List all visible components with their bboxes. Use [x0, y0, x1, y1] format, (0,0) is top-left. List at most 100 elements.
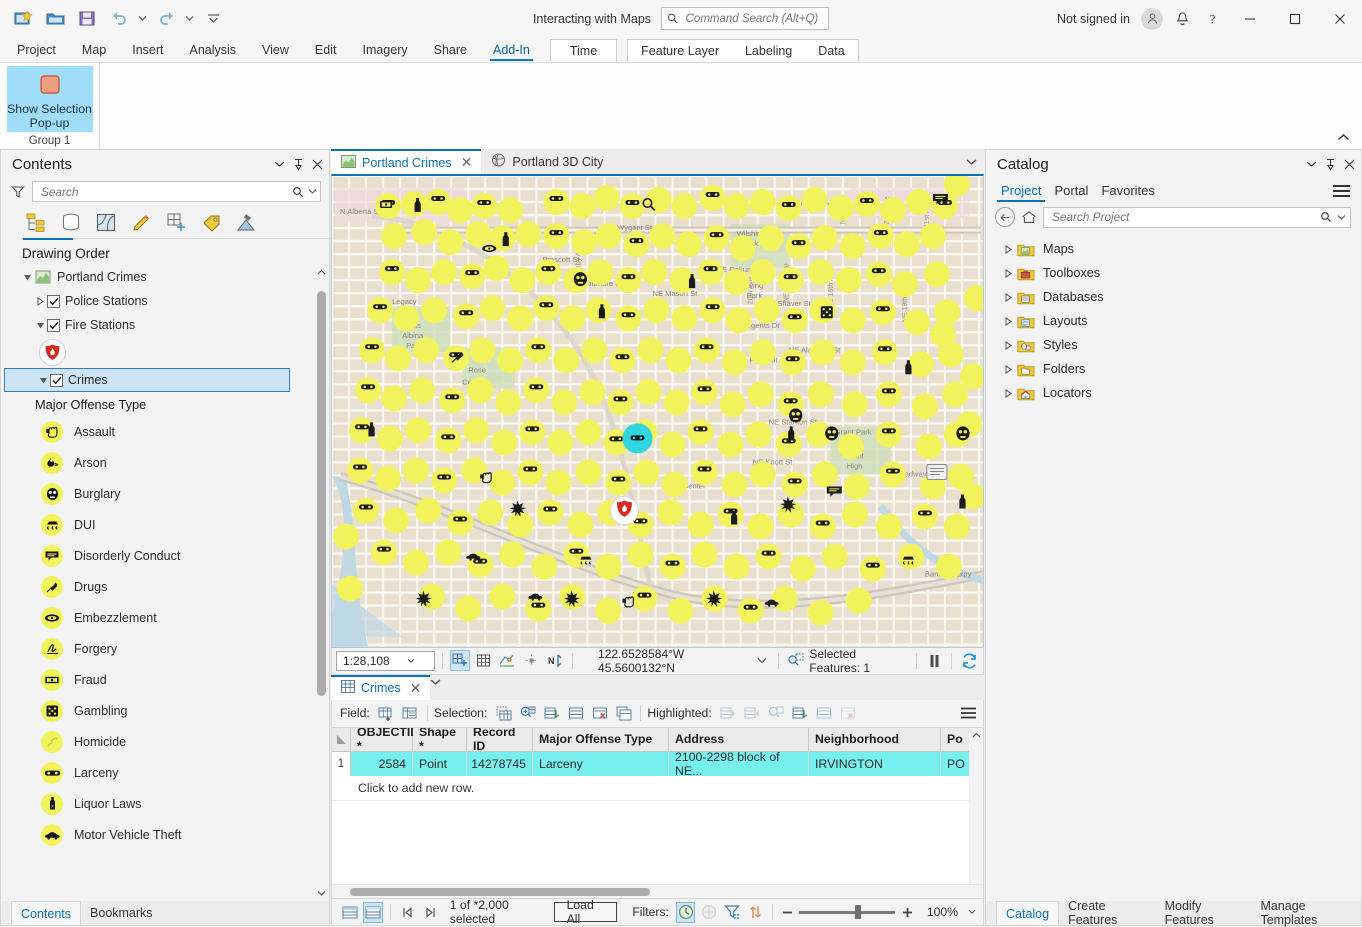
- column-header-major-offense-type[interactable]: Major Offense Type: [533, 728, 669, 751]
- expand-collapse-triangle-icon[interactable]: [20, 273, 34, 282]
- close-icon[interactable]: ✕: [410, 680, 422, 697]
- ribbon-tab-labeling[interactable]: Labeling: [732, 40, 805, 62]
- customize-qat-icon[interactable]: [198, 6, 228, 32]
- zoom-percent-chevron-down-icon[interactable]: [965, 909, 979, 915]
- toc-layer-police-stations[interactable]: Police Stations: [1, 289, 311, 313]
- expand-collapse-triangle-icon[interactable]: [1000, 293, 1016, 302]
- grid-vertical-scrollbar[interactable]: [969, 728, 983, 884]
- notifications-bell-icon[interactable]: [1167, 4, 1197, 34]
- ribbon-tab-analysis[interactable]: Analysis: [177, 38, 250, 62]
- scroll-up-icon[interactable]: [969, 728, 983, 743]
- delete-highlight-icon[interactable]: [838, 703, 859, 724]
- first-record-icon[interactable]: [397, 902, 416, 923]
- minimize-button[interactable]: [1227, 0, 1272, 37]
- zoom-out-icon[interactable]: [780, 907, 796, 918]
- view-tab-overflow-chevron-down-icon[interactable]: [958, 149, 984, 174]
- cell-po[interactable]: PO: [941, 752, 971, 776]
- cell-major-offense-type[interactable]: Larceny: [533, 752, 669, 776]
- legend-item-dui[interactable]: DUI: [1, 509, 311, 540]
- search-icon[interactable]: [1317, 211, 1335, 223]
- search-options-chevron-down-icon[interactable]: [306, 188, 318, 195]
- cell-shape[interactable]: Point: [413, 752, 467, 776]
- catalog-item-maps[interactable]: Maps: [986, 237, 1361, 261]
- expand-collapse-triangle-icon[interactable]: [1000, 365, 1016, 374]
- catalog-tab-portal[interactable]: Portal: [1050, 180, 1092, 202]
- list-view-icon[interactable]: [363, 902, 382, 923]
- contents-scrollbar-thumb[interactable]: [317, 291, 326, 696]
- range-filter-icon[interactable]: [699, 902, 718, 923]
- copy-selection-icon[interactable]: [613, 703, 634, 724]
- contents-scrollbar[interactable]: [314, 265, 329, 901]
- legend-item-fraud[interactable]: Fraud: [1, 664, 311, 695]
- delete-selection-icon[interactable]: [589, 703, 610, 724]
- catalog-item-databases[interactable]: Databases: [986, 285, 1361, 309]
- legend-item-gambling[interactable]: Gambling: [1, 695, 311, 726]
- time-filter-icon[interactable]: [676, 902, 695, 923]
- catalog-search-box[interactable]: [1043, 207, 1351, 228]
- column-header-po[interactable]: Po: [941, 728, 971, 751]
- ribbon-tab-edit[interactable]: Edit: [302, 38, 350, 62]
- command-search-input[interactable]: [684, 12, 823, 26]
- contents-pane-pin-icon[interactable]: [289, 153, 308, 175]
- list-by-diagram-icon[interactable]: [233, 209, 259, 235]
- expand-collapse-triangle-icon[interactable]: [33, 297, 47, 306]
- legend-item-burglary[interactable]: Burglary: [1, 478, 311, 509]
- map-canvas[interactable]: N Alberta St NE Sumner St NE Going St Pr…: [331, 174, 984, 648]
- north-arrow-icon[interactable]: N: [545, 650, 565, 671]
- ribbon-tab-data[interactable]: Data: [805, 40, 857, 62]
- clear-selection-icon[interactable]: [565, 703, 586, 724]
- layer-visibility-checkbox[interactable]: [47, 319, 60, 332]
- ribbon-tab-imagery[interactable]: Imagery: [349, 38, 420, 62]
- coordinate-format-chevron-down-icon[interactable]: [752, 657, 770, 664]
- zoom-slider[interactable]: [799, 905, 895, 919]
- back-arrow-icon[interactable]: [995, 207, 1015, 227]
- legend-item-embezzlement[interactable]: Embezzlement: [1, 602, 311, 633]
- filter-funnel-icon[interactable]: [10, 185, 26, 199]
- chevron-down-icon[interactable]: [390, 658, 432, 664]
- expand-collapse-triangle-icon[interactable]: [1000, 245, 1016, 254]
- account-button[interactable]: [1137, 4, 1167, 34]
- zoom-slider-thumb[interactable]: [855, 905, 861, 919]
- catalog-pane-close-icon[interactable]: [1340, 153, 1359, 175]
- collapse-ribbon-icon[interactable]: [1330, 127, 1356, 147]
- ribbon-tab-time[interactable]: Time: [550, 39, 617, 62]
- hamburger-menu-icon[interactable]: [1327, 180, 1355, 202]
- zoom-to-selection-icon[interactable]: [517, 703, 538, 724]
- new-project-icon[interactable]: [8, 6, 38, 32]
- pane-tab-contents[interactable]: Contents: [11, 901, 81, 925]
- list-by-data-source-icon[interactable]: [58, 209, 84, 235]
- catalog-item-locators[interactable]: Locators: [986, 381, 1361, 405]
- legend-item-arson[interactable]: Arson: [1, 447, 311, 478]
- pane-tab-modify-features[interactable]: Modify Features: [1156, 901, 1252, 925]
- scroll-up-icon[interactable]: [314, 265, 329, 280]
- add-new-row[interactable]: Click to add new row.: [332, 776, 983, 801]
- calculate-field-icon[interactable]: [400, 703, 421, 724]
- view-tab-portland-crimes[interactable]: Portland Crimes ✕: [331, 149, 481, 174]
- open-project-icon[interactable]: [40, 6, 70, 32]
- legend-item-forgery[interactable]: Forgery: [1, 633, 311, 664]
- table-view-icon[interactable]: [340, 902, 359, 923]
- search-icon[interactable]: [289, 186, 306, 198]
- ribbon-tab-view[interactable]: View: [249, 38, 302, 62]
- show-selection-popup-button[interactable]: Show Selection Pop-up: [7, 66, 93, 132]
- zoom-in-icon[interactable]: [899, 907, 915, 918]
- close-button[interactable]: [1317, 0, 1362, 37]
- pane-tab-create-features[interactable]: Create Features: [1059, 901, 1155, 925]
- attribute-grid[interactable]: OBJECTID * Shape * Record ID Major Offen…: [331, 727, 984, 899]
- related-filter-icon[interactable]: [746, 902, 765, 923]
- close-icon[interactable]: ✕: [461, 154, 473, 171]
- list-by-labeling-icon[interactable]: [198, 209, 224, 235]
- legend-item-larceny[interactable]: Larceny: [1, 757, 311, 788]
- column-header-neighborhood[interactable]: Neighborhood: [809, 728, 941, 751]
- toc-map-portland-crimes[interactable]: Portland Crimes: [1, 265, 311, 289]
- refresh-icon[interactable]: [959, 650, 979, 671]
- legend-item-motor-vehicle-theft[interactable]: Motor Vehicle Theft: [1, 819, 311, 850]
- toc-layer-crimes[interactable]: Crimes: [4, 368, 290, 392]
- cell-neighborhood[interactable]: IRVINGTON: [809, 752, 941, 776]
- help-icon[interactable]: ?: [1197, 4, 1227, 34]
- legend-item-drugs[interactable]: Drugs: [1, 571, 311, 602]
- expand-collapse-triangle-icon[interactable]: [1000, 341, 1016, 350]
- extent-filter-icon[interactable]: [723, 902, 742, 923]
- pane-tab-bookmarks[interactable]: Bookmarks: [81, 901, 162, 925]
- pane-tab-catalog[interactable]: Catalog: [996, 901, 1059, 925]
